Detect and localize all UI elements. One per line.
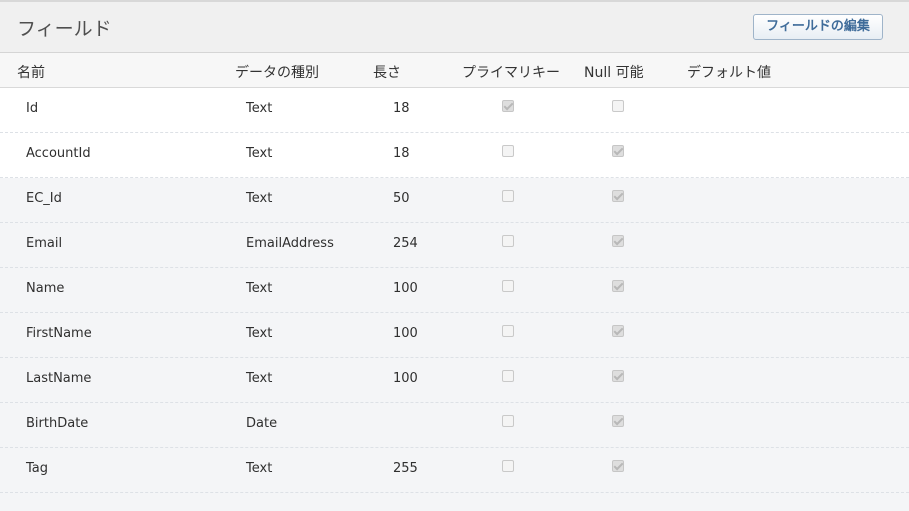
field-name: Name xyxy=(26,281,65,296)
field-data-type: Text xyxy=(246,281,273,296)
primary-key-checkbox xyxy=(502,145,514,157)
table-row[interactable]: Tag Text 255 xyxy=(0,448,909,493)
nullable-checkbox xyxy=(612,280,624,292)
field-length: 18 xyxy=(393,101,410,116)
primary-key-checkbox xyxy=(502,190,514,202)
field-name: BirthDate xyxy=(26,416,89,431)
page-title: フィールド xyxy=(17,18,112,40)
nullable-checkbox xyxy=(612,460,624,472)
field-length: 100 xyxy=(393,326,418,341)
table-body: Id Text 18 AccountId Text 18 EC_Id Text … xyxy=(0,88,909,511)
field-length: 100 xyxy=(393,281,418,296)
column-header-name[interactable]: 名前 xyxy=(17,62,45,82)
primary-key-checkbox xyxy=(502,415,514,427)
field-name: Email xyxy=(26,236,63,251)
table-row[interactable]: EC_Id Text 50 xyxy=(0,178,909,223)
table-header: 名前 データの種別 長さ プライマリキー Null 可能 デフォルト値 xyxy=(0,53,909,88)
field-length: 18 xyxy=(393,146,410,161)
table-row[interactable]: BirthDate Date xyxy=(0,403,909,448)
field-length: 100 xyxy=(393,371,418,386)
field-data-type: Text xyxy=(246,371,273,386)
field-data-type: Text xyxy=(246,146,273,161)
primary-key-checkbox xyxy=(502,325,514,337)
column-header-primary-key[interactable]: プライマリキー xyxy=(462,62,560,82)
nullable-checkbox xyxy=(612,190,624,202)
table-row[interactable]: Email EmailAddress 254 xyxy=(0,223,909,268)
field-length: 50 xyxy=(393,191,410,206)
edit-fields-button[interactable]: フィールドの編集 xyxy=(753,14,883,40)
field-data-type: Text xyxy=(246,461,273,476)
primary-key-checkbox xyxy=(502,235,514,247)
fields-panel: フィールド フィールドの編集 名前 データの種別 長さ プライマリキー Null… xyxy=(0,0,909,511)
column-header-length[interactable]: 長さ xyxy=(373,62,401,82)
field-data-type: EmailAddress xyxy=(246,236,334,251)
nullable-checkbox xyxy=(612,325,624,337)
field-name: AccountId xyxy=(26,146,91,161)
table-row[interactable]: FirstName Text 100 xyxy=(0,313,909,358)
primary-key-checkbox xyxy=(502,460,514,472)
primary-key-checkbox xyxy=(502,100,514,112)
column-header-default-value[interactable]: デフォルト値 xyxy=(687,62,771,82)
nullable-checkbox xyxy=(612,100,624,112)
field-name: LastName xyxy=(26,371,92,386)
field-length: 254 xyxy=(393,236,418,251)
field-data-type: Text xyxy=(246,101,273,116)
primary-key-checkbox xyxy=(502,370,514,382)
panel-header: フィールド フィールドの編集 xyxy=(0,0,909,53)
nullable-checkbox xyxy=(612,145,624,157)
field-name: Id xyxy=(26,101,39,116)
nullable-checkbox xyxy=(612,235,624,247)
field-data-type: Text xyxy=(246,326,273,341)
column-header-data-type[interactable]: データの種別 xyxy=(235,62,319,82)
table-row[interactable]: Id Text 18 xyxy=(0,88,909,133)
table-row[interactable]: AccountId Text 18 xyxy=(0,133,909,178)
primary-key-checkbox xyxy=(502,280,514,292)
table-row[interactable]: LastName Text 100 xyxy=(0,358,909,403)
field-data-type: Text xyxy=(246,191,273,206)
field-name: EC_Id xyxy=(26,191,62,206)
nullable-checkbox xyxy=(612,415,624,427)
field-data-type: Date xyxy=(246,416,278,431)
column-header-nullable[interactable]: Null 可能 xyxy=(584,62,644,82)
field-name: FirstName xyxy=(26,326,92,341)
field-length: 255 xyxy=(393,461,418,476)
nullable-checkbox xyxy=(612,370,624,382)
table-row[interactable]: Name Text 100 xyxy=(0,268,909,313)
field-name: Tag xyxy=(26,461,49,476)
